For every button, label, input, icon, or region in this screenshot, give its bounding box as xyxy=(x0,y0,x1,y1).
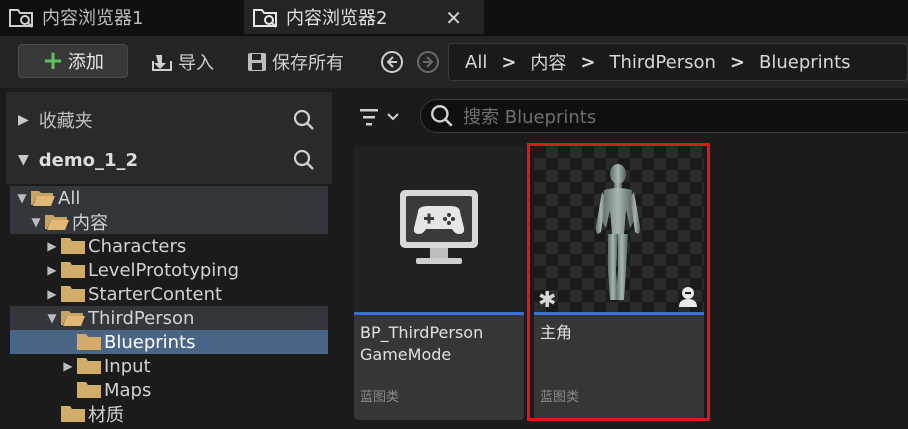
import-button[interactable]: 导入 xyxy=(150,48,214,76)
tree-item-label: Input xyxy=(104,355,151,377)
back-arrow-icon[interactable] xyxy=(380,50,404,74)
chevron-down-icon[interactable]: ▼ xyxy=(18,152,29,168)
folder-icon xyxy=(77,334,101,350)
asset-type-bar xyxy=(534,312,704,315)
tree-item-maps[interactable]: Maps xyxy=(10,378,328,402)
breadcrumb-blueprints[interactable]: Blueprints xyxy=(759,52,851,73)
tree-item-blueprints[interactable]: Blueprints xyxy=(10,330,328,354)
content-browser-icon xyxy=(253,9,277,28)
folder-icon xyxy=(77,382,101,398)
tree-item-label: Characters xyxy=(88,235,187,257)
add-label: 添加 xyxy=(67,52,104,73)
chevron-right-icon[interactable]: > xyxy=(580,52,595,73)
search-icon[interactable] xyxy=(292,108,316,132)
asset-tile-character[interactable]: ✱ 主角 蓝图类 xyxy=(534,146,704,420)
project-section[interactable]: ▼ demo_1_2 xyxy=(6,136,332,184)
asset-type-bar xyxy=(354,312,524,315)
asset-title: 主角 xyxy=(540,323,573,342)
tree-item-label: ThirdPerson xyxy=(88,307,195,329)
tree-item-label: 内容 xyxy=(72,213,108,234)
close-icon[interactable]: ✕ xyxy=(445,6,462,30)
save-icon xyxy=(248,53,266,71)
asterisk-icon: ✱ xyxy=(538,288,557,313)
tree-item-startercontent[interactable]: ▶ StarterContent xyxy=(10,282,328,306)
filter-bar: 搜索 Blueprints xyxy=(340,88,908,144)
folder-open-icon xyxy=(31,191,55,206)
chevron-right-icon[interactable]: > xyxy=(501,52,516,73)
tree-item-content[interactable]: ▼ 内容 xyxy=(10,210,328,234)
folder-open-icon xyxy=(45,215,69,230)
asset-tile-gamemode[interactable]: BP_ThirdPerson GameMode 蓝图类 xyxy=(354,146,524,420)
asset-type: 蓝图类 xyxy=(360,390,400,405)
save-all-label: 保存所有 xyxy=(272,53,344,74)
chevron-right-icon[interactable]: > xyxy=(730,52,745,73)
breadcrumb-thirdperson[interactable]: ThirdPerson xyxy=(610,52,716,73)
search-icon[interactable] xyxy=(292,148,316,172)
asset-type: 蓝图类 xyxy=(540,390,580,405)
sources-panel: ▶ 收藏夹 ▼ demo_1_2 ▼ All ▼ 内容 ▶ Characters xyxy=(0,88,340,429)
search-placeholder: 搜索 Blueprints xyxy=(463,107,597,128)
folder-icon xyxy=(77,358,101,374)
toolbar: + 添加 导入 保存所有 All > 内容 > ThirdPerson > Bl… xyxy=(0,36,908,88)
tab-content-browser-2[interactable]: 内容浏览器2 ✕ xyxy=(244,0,484,34)
tree-item-levelprototyping[interactable]: ▶ LevelPrototyping xyxy=(10,258,328,282)
search-input[interactable]: 搜索 Blueprints xyxy=(420,99,908,133)
tree-item-label: LevelPrototyping xyxy=(88,259,240,281)
folder-icon xyxy=(61,286,85,302)
asset-grid: BP_ThirdPerson GameMode 蓝图类 ✱ 主角 蓝图类 xyxy=(340,144,908,429)
chevron-right-icon[interactable]: ▶ xyxy=(18,112,29,128)
gamemode-monitor-icon xyxy=(400,190,478,264)
tab-bar: 内容浏览器1 内容浏览器2 ✕ xyxy=(0,0,908,36)
asset-thumbnail: ✱ xyxy=(534,146,704,312)
filter-icon[interactable] xyxy=(358,106,402,128)
folder-icon xyxy=(61,238,85,254)
chevron-right-icon[interactable]: ▶ xyxy=(44,287,60,301)
chevron-down-icon[interactable]: ▼ xyxy=(44,311,60,325)
tab-content-browser-1[interactable]: 内容浏览器1 xyxy=(0,0,240,34)
tab-label: 内容浏览器1 xyxy=(42,8,144,29)
import-label: 导入 xyxy=(178,53,214,74)
tree-item-all[interactable]: ▼ All xyxy=(10,186,328,210)
search-icon xyxy=(431,105,453,127)
save-all-button[interactable]: 保存所有 xyxy=(246,48,344,76)
project-label: demo_1_2 xyxy=(38,149,139,171)
tree-item-materials[interactable]: 材质 xyxy=(10,402,328,426)
tree-item-label: All xyxy=(58,187,81,209)
favorites-label: 收藏夹 xyxy=(38,111,93,132)
tree-item-label: StarterContent xyxy=(88,283,223,305)
tab-label: 内容浏览器2 xyxy=(286,8,388,29)
tree-item-thirdperson[interactable]: ▼ ThirdPerson xyxy=(10,306,328,330)
forward-arrow-icon[interactable] xyxy=(416,50,440,74)
breadcrumb-content[interactable]: 内容 xyxy=(530,49,566,75)
tree-item-input[interactable]: ▶ Input xyxy=(10,354,328,378)
breadcrumb-all[interactable]: All xyxy=(465,52,487,73)
chevron-down-icon[interactable]: ▼ xyxy=(28,215,44,229)
folder-open-icon xyxy=(61,311,85,326)
folder-icon xyxy=(61,262,85,278)
chevron-right-icon[interactable]: ▶ xyxy=(44,263,60,277)
chevron-right-icon[interactable]: ▶ xyxy=(60,359,76,373)
plus-icon: + xyxy=(42,46,64,76)
breadcrumb: All > 内容 > ThirdPerson > Blueprints xyxy=(448,43,908,81)
import-icon xyxy=(152,55,172,71)
content-browser-icon xyxy=(9,9,33,28)
folder-tree: ▼ All ▼ 内容 ▶ Characters ▶ LevelPrototypi… xyxy=(6,184,332,429)
tree-item-characters[interactable]: ▶ Characters xyxy=(10,234,328,258)
add-button[interactable]: + 添加 xyxy=(18,44,128,78)
asset-thumbnail xyxy=(354,146,524,312)
tree-item-label: 材质 xyxy=(88,405,124,426)
character-class-icon xyxy=(679,287,697,307)
character-mannequin-icon xyxy=(595,164,641,300)
asset-title: BP_ThirdPerson GameMode xyxy=(360,323,484,364)
tree-item-label: Blueprints xyxy=(104,331,196,353)
folder-icon xyxy=(61,406,85,422)
chevron-down-icon[interactable]: ▼ xyxy=(14,191,30,205)
chevron-right-icon[interactable]: ▶ xyxy=(44,239,60,253)
tree-item-label: Maps xyxy=(104,379,152,401)
